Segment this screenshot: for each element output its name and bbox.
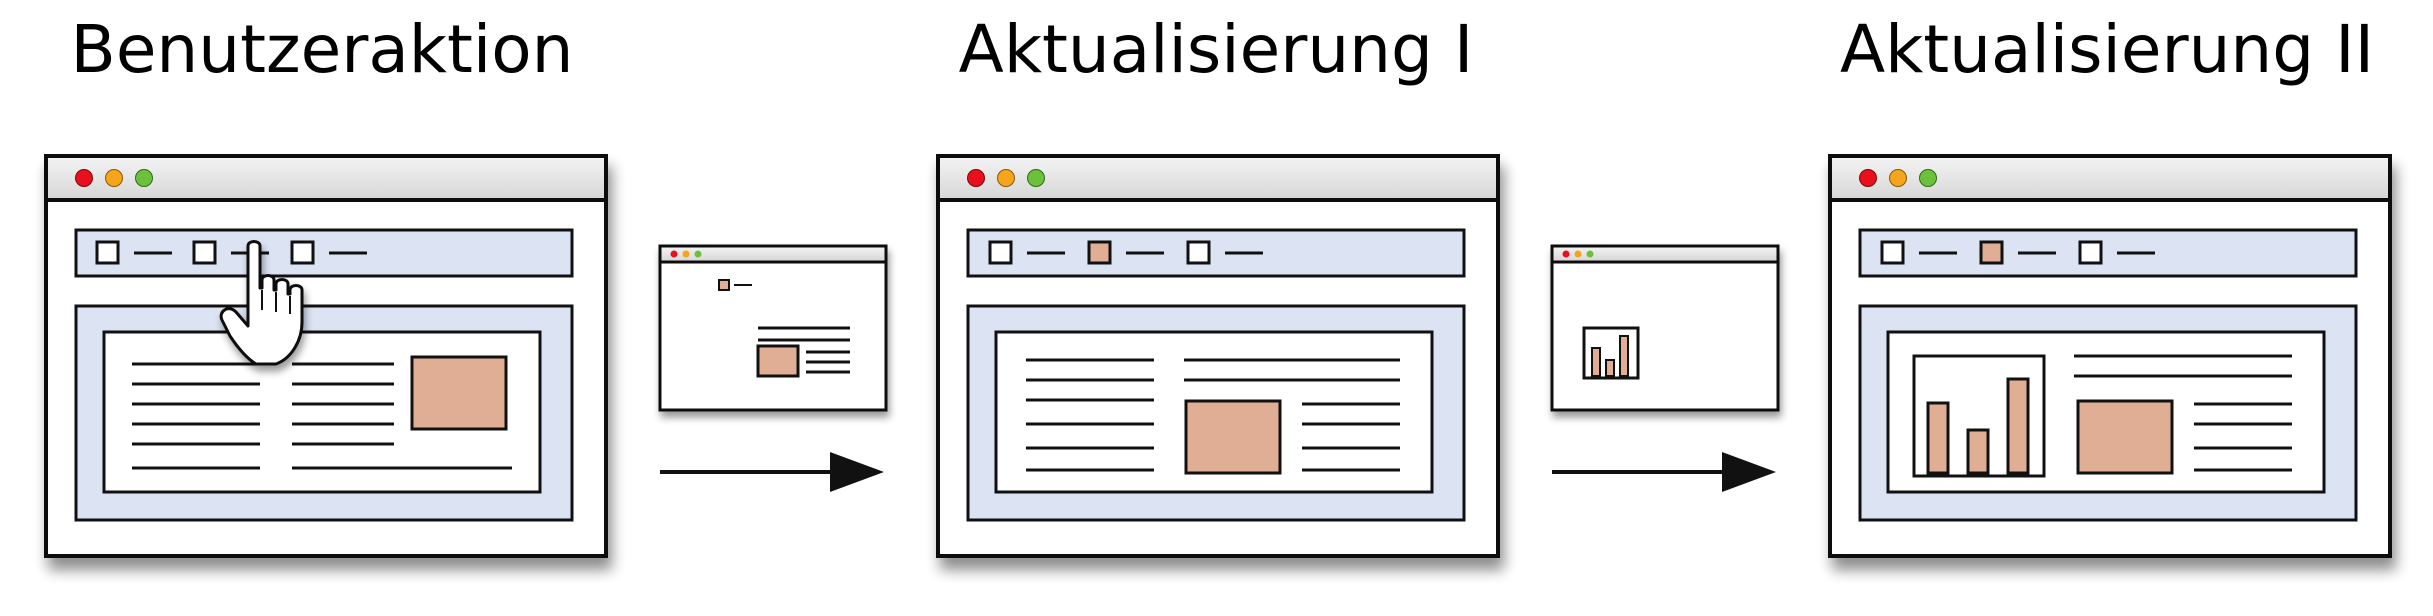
nav-bar [1858, 228, 2358, 278]
nav-bar [966, 228, 1466, 278]
arrow-right-icon [660, 452, 884, 492]
content-panel [74, 304, 574, 522]
diagram-canvas [44, 154, 2392, 558]
content-panel [1858, 304, 2358, 522]
arrow-right-icon [1552, 452, 1776, 492]
traffic-light-icon [1859, 169, 1937, 187]
nav-bar [74, 228, 574, 278]
traffic-light-icon [670, 250, 702, 258]
traffic-light-icon [967, 169, 1045, 187]
traffic-light-icon [75, 169, 153, 187]
bar-chart-icon [1912, 354, 2046, 478]
content-panel [966, 304, 1466, 522]
mini-bar-chart-icon [1582, 326, 1640, 380]
traffic-light-icon [1562, 250, 1594, 258]
